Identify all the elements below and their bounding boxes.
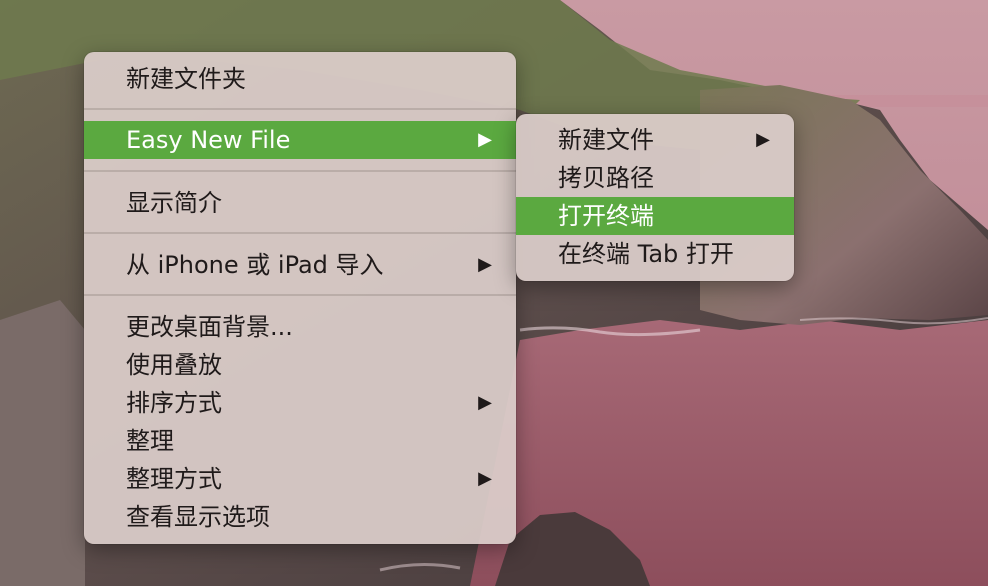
submenu-item-open-terminal[interactable]: 打开终端: [516, 197, 794, 235]
menu-item-label: 使用叠放: [126, 351, 222, 379]
menu-separator: [84, 232, 516, 234]
submenu-item-copy-path[interactable]: 拷贝路径: [516, 159, 794, 197]
menu-item-label: 在终端 Tab 打开: [558, 240, 734, 268]
menu-item-label: 查看显示选项: [126, 503, 270, 531]
menu-item-label: 打开终端: [558, 202, 654, 230]
menu-item-label: 整理方式: [126, 465, 222, 493]
menu-item-sort-by[interactable]: 排序方式 ▶: [84, 384, 516, 422]
menu-item-get-info[interactable]: 显示简介: [84, 184, 516, 222]
menu-item-change-desktop-background[interactable]: 更改桌面背景...: [84, 308, 516, 346]
triangle-right-icon: ▶: [478, 392, 492, 413]
triangle-right-icon: ▶: [478, 129, 492, 150]
triangle-right-icon: ▶: [478, 254, 492, 275]
triangle-right-icon: ▶: [756, 129, 770, 150]
easy-new-file-submenu: 新建文件 ▶ 拷贝路径 打开终端 在终端 Tab 打开: [516, 114, 794, 281]
menu-item-label: 整理: [126, 427, 174, 455]
menu-item-label: 新建文件: [558, 126, 654, 154]
menu-item-easy-new-file[interactable]: Easy New File ▶: [84, 121, 516, 159]
submenu-item-open-in-terminal-tab[interactable]: 在终端 Tab 打开: [516, 235, 794, 273]
menu-item-label: 显示简介: [126, 189, 222, 217]
submenu-item-new-file[interactable]: 新建文件 ▶: [516, 121, 794, 159]
menu-item-use-stacks[interactable]: 使用叠放: [84, 346, 516, 384]
menu-item-import-from-iphone[interactable]: 从 iPhone 或 iPad 导入 ▶: [84, 246, 516, 284]
menu-item-label: Easy New File: [126, 126, 291, 154]
menu-separator: [84, 108, 516, 110]
menu-item-label: 更改桌面背景...: [126, 313, 293, 341]
menu-item-label: 从 iPhone 或 iPad 导入: [126, 251, 384, 279]
menu-item-label: 排序方式: [126, 389, 222, 417]
menu-item-new-folder[interactable]: 新建文件夹: [84, 60, 516, 98]
menu-separator: [84, 170, 516, 172]
menu-item-label: 新建文件夹: [126, 65, 246, 93]
desktop-context-menu: 新建文件夹 Easy New File ▶ 显示简介 从 iPhone 或 iP…: [84, 52, 516, 544]
triangle-right-icon: ▶: [478, 468, 492, 489]
menu-item-show-view-options[interactable]: 查看显示选项: [84, 498, 516, 536]
menu-item-label: 拷贝路径: [558, 164, 654, 192]
menu-item-clean-up[interactable]: 整理: [84, 422, 516, 460]
menu-item-clean-up-by[interactable]: 整理方式 ▶: [84, 460, 516, 498]
menu-separator: [84, 294, 516, 296]
